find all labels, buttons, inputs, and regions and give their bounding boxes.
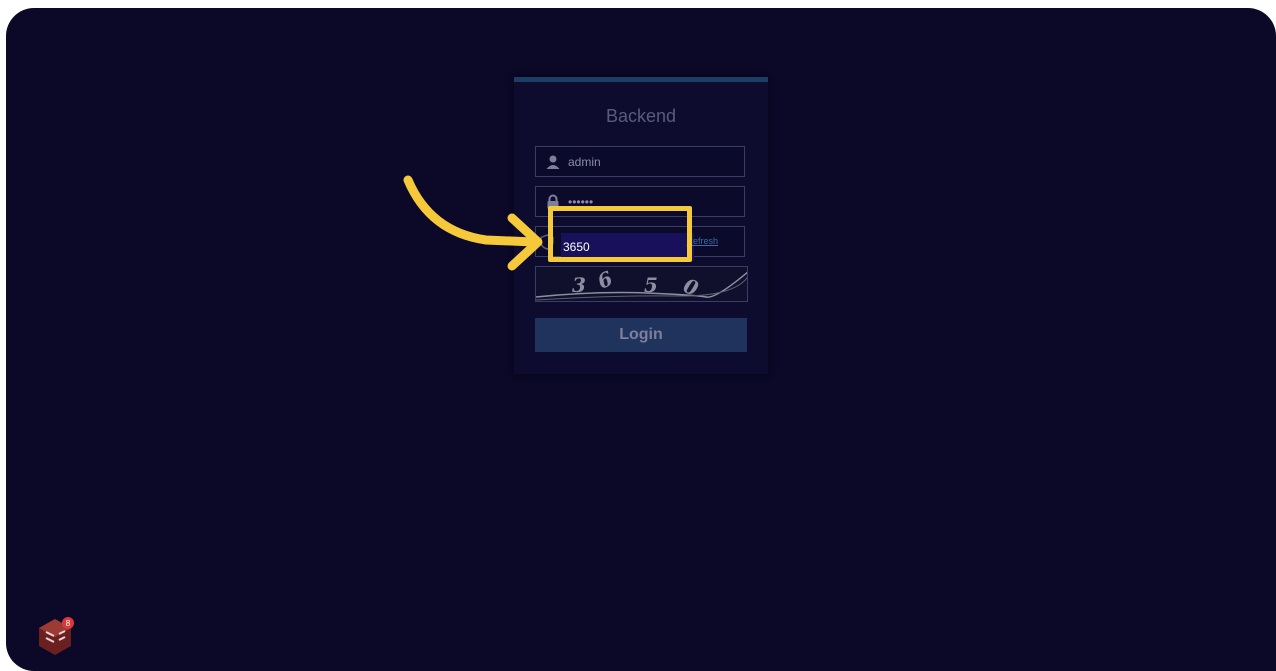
arrow-icon xyxy=(403,175,543,271)
username-field[interactable]: admin xyxy=(535,146,745,177)
user-icon xyxy=(545,154,561,170)
captcha-highlight-box xyxy=(548,206,692,262)
captcha-char: 5 xyxy=(644,273,658,297)
captcha-image: 3 6 5 0 xyxy=(535,266,748,302)
notification-badge: 8 xyxy=(66,619,71,628)
username-value: admin xyxy=(568,155,601,169)
login-title: Backend xyxy=(605,106,677,126)
app-logo-icon[interactable]: 8 xyxy=(34,616,76,658)
screen: Backend admin •••••• 3650 Refresh 3 6 5 … xyxy=(6,8,1276,671)
captcha-char: 3 xyxy=(572,273,586,297)
login-button[interactable]: Login xyxy=(535,318,747,352)
